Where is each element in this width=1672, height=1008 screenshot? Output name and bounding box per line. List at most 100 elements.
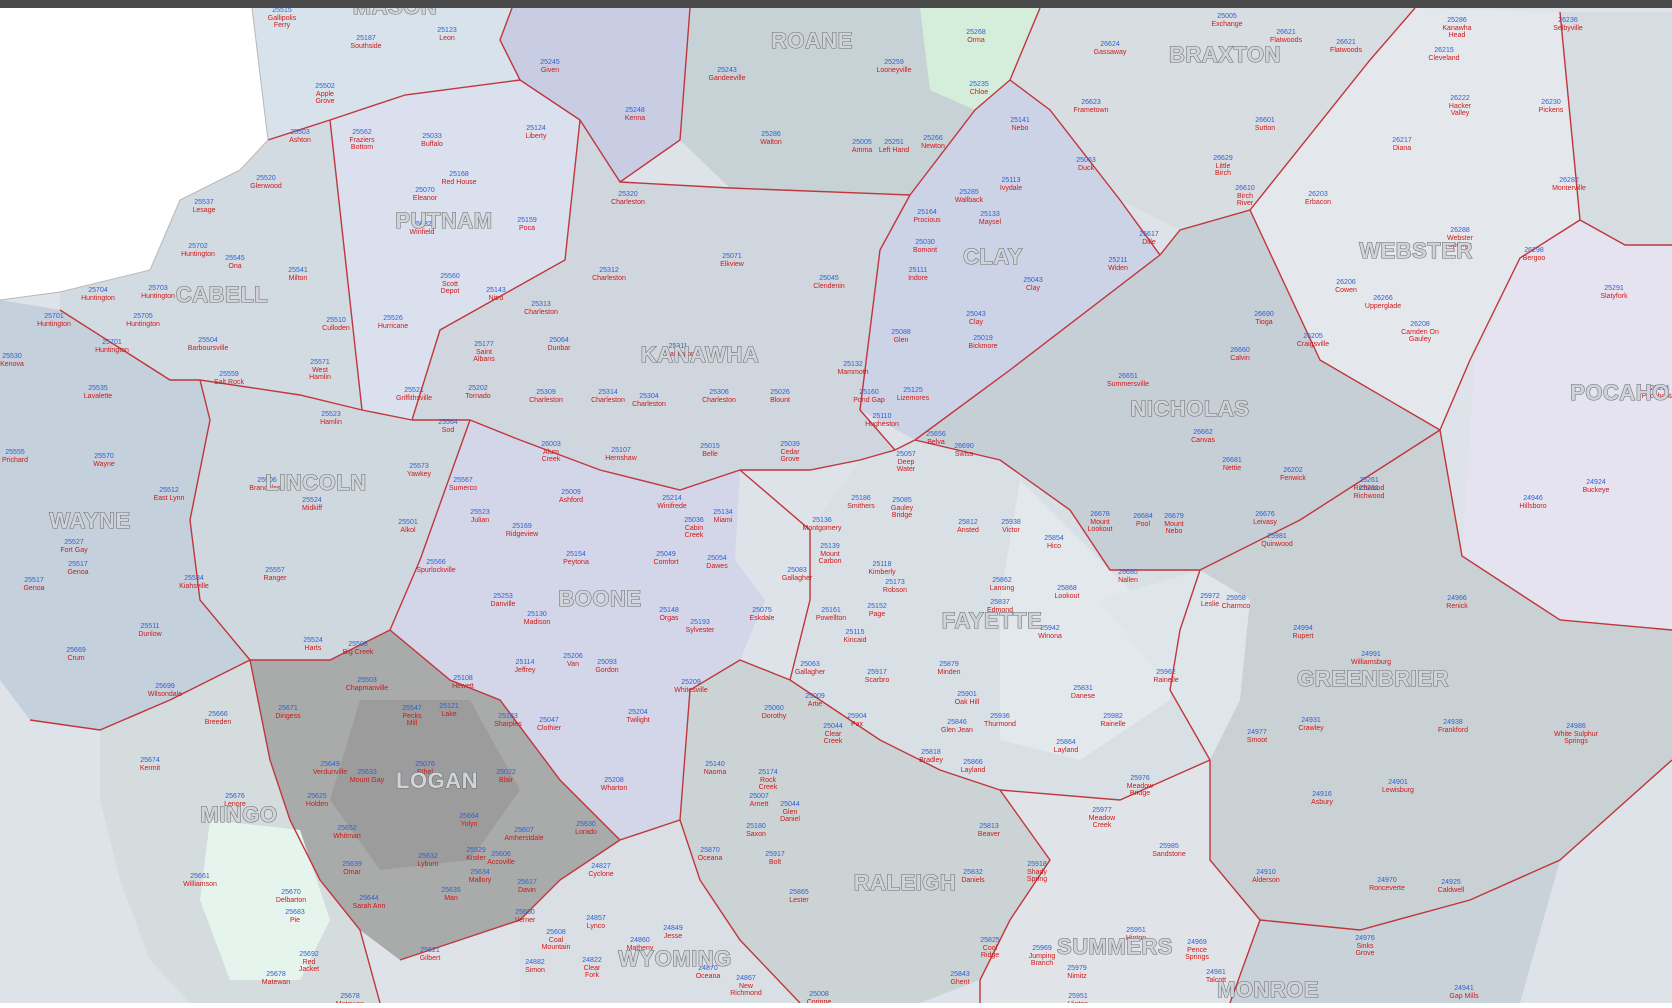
zip-label: 26217Diana [1392,137,1412,152]
place-name: Sandstone [1152,851,1186,858]
place-name: Amherstdale [504,835,543,842]
place-name: Fraziers Bottom [349,137,375,151]
place-name: Gandeeville [709,75,746,82]
place-name: Page [869,611,885,618]
zip-label: 25180Saxon [746,823,766,838]
zip-code: 26282 [1559,177,1579,184]
zip-label: 25812Ansted [957,519,979,534]
zip-label: 25007Arnett [749,793,769,808]
zip-code: 25938 [1001,519,1021,526]
place-name: Smoot [1247,737,1267,744]
place-name: Davin [518,887,536,894]
place-name: Lookout [1055,593,1080,600]
zip-code: 25879 [939,661,959,668]
zip-code: 25015 [700,443,720,450]
zip-label: 26202Fenwick [1280,467,1306,482]
county-label-greenbrier: GREENBRIER [1297,666,1449,691]
zip-label: 25248Kenna [625,107,645,122]
place-name: Montgomery [803,525,842,532]
place-name: Ona [228,263,241,270]
place-name: Mallory [469,877,492,884]
zip-label: 24925Caldwell [1438,879,1465,894]
place-name: Quinwood [1261,541,1293,548]
place-name: Orgas [659,615,679,622]
place-name: Birch River [1237,193,1254,207]
zip-code: 24901 [1388,779,1408,786]
zip-code: 25537 [194,199,214,206]
place-name: East Lynn [154,495,185,502]
zip-code: 25235 [969,81,989,88]
zip-code: 25678 [266,971,286,978]
zip-code: 25063 [1076,157,1096,164]
zip-label: 25253Danville [491,593,516,608]
zip-code: 25864 [1056,739,1076,746]
place-name: Harts [305,645,322,652]
zip-code: 26266 [1373,295,1393,302]
place-name: Accoville [487,859,515,866]
place-name: Canvas [1191,437,1215,444]
zip-label: 25982Rainelle [1100,713,1125,728]
zip-code: 25268 [966,29,986,36]
zip-code: 25656 [926,431,946,438]
zip-label: 25088Glen [891,329,911,344]
zip-label: 25177Saint Albans [473,341,495,363]
zip-code: 25701 [102,339,122,346]
zip-code: 24977 [1247,729,1267,736]
zip-label: 25085Gauley Bridge [891,497,914,519]
zip-label: 25174Rock Creek [758,769,778,791]
place-name: Jesse [664,933,682,940]
zip-code: 26601 [1255,117,1275,124]
place-name: Leon [439,35,455,42]
place-name: Culloden [322,325,350,332]
zip-label: 26206Cowen [1335,279,1357,294]
place-name: Pax [851,721,864,728]
place-name: Cool Ridge [981,945,999,959]
zip-code: 24969 [1187,939,1207,946]
zip-code: 25113 [1002,177,1021,184]
zip-code: 25832 [963,869,983,876]
zip-label: 25009Ashford [559,489,583,504]
place-name: Ridgeview [506,531,539,538]
place-name: Wallback [955,197,984,204]
place-name: Clay [1026,285,1041,292]
place-name: Winona [1038,633,1062,640]
zip-label: 26230Pickens [1539,99,1564,114]
zip-code: 25843 [950,971,970,978]
zip-code: 25951 [1068,993,1088,1000]
zip-label: 25524Midkiff [302,497,322,512]
zip-code: 25070 [415,187,435,194]
zip-code: 25501 [398,519,418,526]
zip-code: 26222 [1450,95,1470,102]
zip-label: 25124Liberty [525,125,547,140]
zip-label: 25537Lesage [193,199,216,214]
zip-label: 25057Deep Water [896,451,916,473]
zip-code: 25979 [1067,965,1087,972]
place-name: Nebo [1012,125,1029,132]
zip-code: 26230 [1541,99,1561,106]
zip-code: 25818 [921,749,941,756]
place-name: Newton [921,143,945,150]
place-name: Gordon [595,667,618,674]
county-label-nicholas: NICHOLAS [1131,396,1250,421]
zip-code: 24986 [1566,723,1586,730]
zip-code-map[interactable]: 25515 Gallipolis Ferry 25123 Leon 25187 Souths… [0,0,1672,1008]
zip-code: 25567 [453,477,473,484]
zip-code: 25183 [498,713,518,720]
zip-code: 25527 [64,539,84,546]
zip-code: 25813 [979,823,999,830]
zip-code: 25674 [140,757,160,764]
zip-label: 24966Renick [1446,595,1468,610]
zip-code: 25320 [618,191,638,198]
county-label-putnam: PUTNAM [395,208,492,233]
place-name: Huntington [37,321,71,328]
zip-code: 25286 [761,131,781,138]
place-name: Barboursville [188,345,229,352]
map-canvas[interactable]: 25515Gallipolis Ferry25123Leon25187Souths… [0,0,1672,1008]
place-name: Saxon [746,831,766,838]
place-name: Looneyville [876,67,911,74]
zip-code: 25045 [819,275,839,282]
zip-label: 26203Erbacon [1305,191,1331,206]
zip-code: 26676 [1255,511,1275,518]
zip-code: 25107 [611,447,631,454]
zip-label: 25517Genoa [23,577,44,592]
